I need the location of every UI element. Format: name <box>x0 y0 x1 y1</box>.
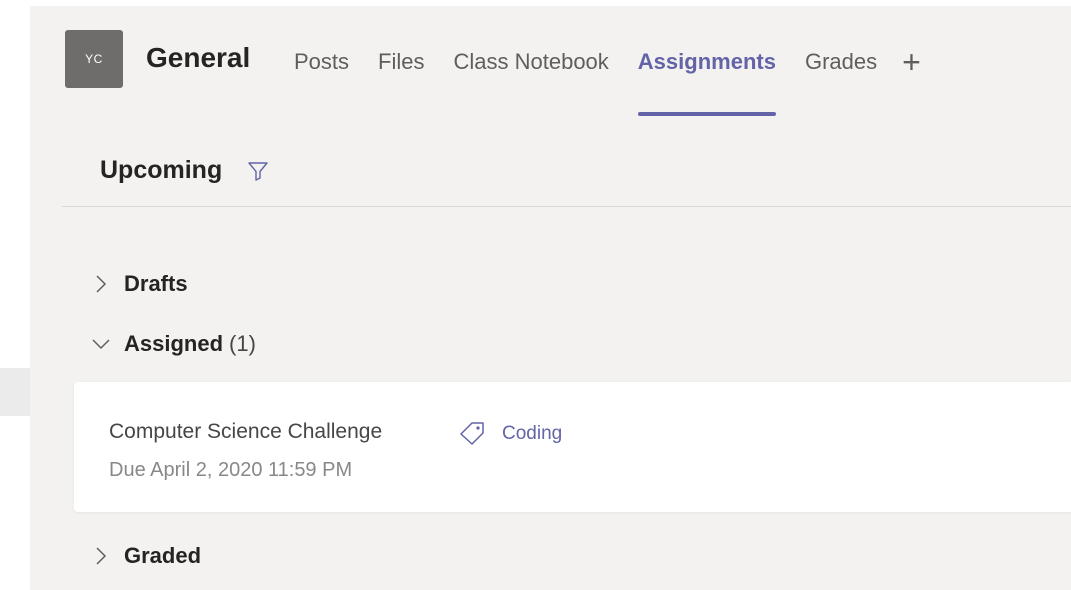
group-label-drafts: Drafts <box>124 271 188 296</box>
section-divider <box>62 206 1071 207</box>
chevron-right-icon <box>96 275 107 293</box>
channel-title: General <box>146 42 251 73</box>
group-graded[interactable]: Graded <box>90 543 201 569</box>
tab-files[interactable]: Files <box>378 44 424 80</box>
group-count-assigned: (1) <box>229 331 256 356</box>
tab-assignments[interactable]: Assignments <box>637 44 777 116</box>
assignment-tag[interactable]: Coding <box>502 423 562 445</box>
tag-icon <box>460 422 484 445</box>
group-drafts[interactable]: Drafts <box>90 271 188 297</box>
assignment-card[interactable]: Computer Science Challenge Coding Due Ap… <box>74 382 1071 512</box>
group-label-assigned: Assigned <box>124 331 224 356</box>
upcoming-label[interactable]: Upcoming <box>100 156 222 185</box>
add-tab-button[interactable]: + <box>902 44 921 80</box>
upcoming-filter-bar: Upcoming <box>100 156 270 185</box>
assignment-title[interactable]: Computer Science Challenge <box>109 420 382 444</box>
tab-posts[interactable]: Posts <box>294 44 349 80</box>
avatar[interactable]: YC <box>65 30 123 88</box>
tab-class-notebook[interactable]: Class Notebook <box>453 44 608 80</box>
channel-header: YC General Posts Files Class Notebook As… <box>30 6 1071 118</box>
assignments-app: YC General Posts Files Class Notebook As… <box>30 6 1071 590</box>
tab-grades[interactable]: Grades <box>805 44 877 80</box>
channel-tabs: Posts Files Class Notebook Assignments G… <box>294 42 921 116</box>
left-edge <box>0 0 30 590</box>
chevron-down-icon <box>92 339 110 350</box>
filter-icon[interactable] <box>246 159 270 183</box>
group-assigned[interactable]: Assigned (1) <box>90 331 256 357</box>
left-rail-highlight <box>0 368 30 416</box>
group-label-graded: Graded <box>124 543 202 568</box>
assignment-due-date: Due April 2, 2020 11:59 PM <box>109 459 353 481</box>
chevron-right-icon <box>96 547 107 565</box>
